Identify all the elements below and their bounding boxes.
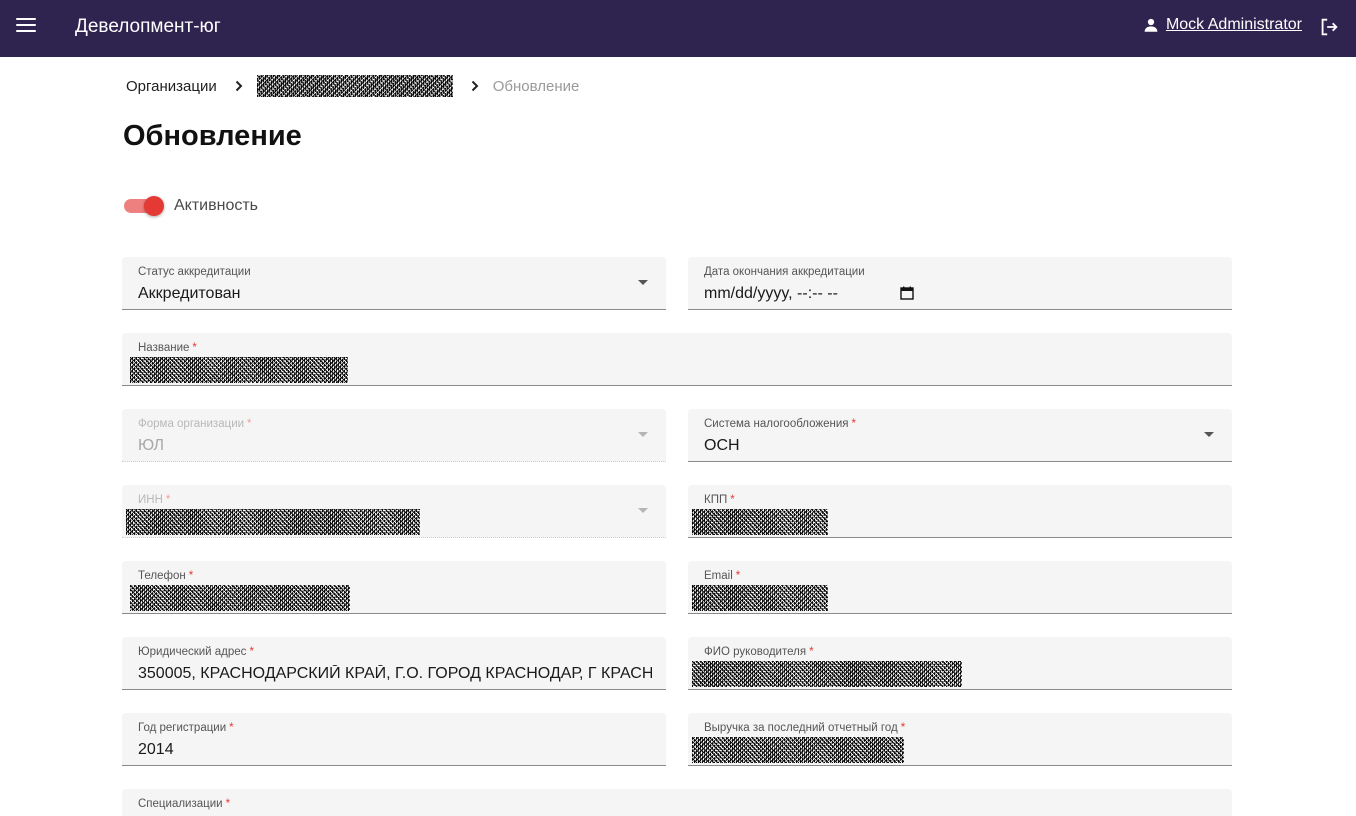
- toggle-track[interactable]: [124, 196, 164, 216]
- page-title: Обновление: [123, 120, 302, 152]
- field-label: Специализации *: [138, 798, 231, 810]
- field-label: Статус аккредитации: [138, 266, 251, 278]
- app-bar: Девелопмент-юг Mock Administrator: [0, 0, 1356, 57]
- breadcrumb: Организации Обновление: [126, 75, 580, 97]
- field-value: ОСН: [704, 437, 740, 454]
- chevron-right-icon: [471, 80, 479, 92]
- field-value: 350005, КРАСНОДАРСКИЙ КРАЙ, Г.О. ГОРОД К…: [138, 665, 652, 682]
- field-label: ФИО руководителя *: [704, 646, 814, 658]
- redacted-value: [126, 509, 420, 535]
- breadcrumb-current: Обновление: [492, 77, 580, 95]
- inn-select: ИНН *: [122, 485, 666, 538]
- calendar-icon[interactable]: [900, 286, 914, 300]
- accreditation-end-date-input[interactable]: Дата окончания аккредитации mm/dd/yyyy, …: [688, 257, 1232, 310]
- field-label: Телефон *: [138, 570, 194, 582]
- redacted-value: [692, 661, 962, 687]
- field-label: Система налогообложения *: [704, 418, 856, 430]
- redacted-value: [130, 357, 348, 383]
- dropdown-arrow-icon[interactable]: [638, 280, 648, 285]
- redacted-value: [692, 737, 904, 763]
- active-toggle[interactable]: Активность: [124, 196, 259, 216]
- redacted-value: [692, 509, 828, 535]
- field-label: Выручка за последний отчетный год *: [704, 722, 906, 734]
- field-label: Форма организации *: [138, 418, 252, 430]
- legal-address-input[interactable]: Юридический адрес * 350005, КРАСНОДАРСКИЙ…: [122, 637, 666, 690]
- field-value: 2014: [138, 741, 174, 758]
- user-menu[interactable]: Mock Administrator: [1142, 16, 1302, 34]
- accreditation-status-select[interactable]: Статус аккредитации Аккредитован: [122, 257, 666, 310]
- active-label: Активность: [174, 197, 259, 214]
- toggle-thumb[interactable]: [144, 196, 164, 216]
- app-title: Девелопмент-юг: [75, 16, 221, 37]
- logout-icon[interactable]: [1318, 16, 1340, 38]
- field-value: mm/dd/yyyy, --:-- --: [704, 285, 838, 302]
- field-value: ЮЛ: [138, 437, 164, 454]
- director-name-input[interactable]: ФИО руководителя *: [688, 637, 1232, 690]
- field-label: ИНН *: [138, 494, 171, 506]
- tax-system-select[interactable]: Система налогообложения * ОСН: [688, 409, 1232, 462]
- redacted-value: [692, 585, 828, 611]
- revenue-input[interactable]: Выручка за последний отчетный год *: [688, 713, 1232, 766]
- email-input[interactable]: Email *: [688, 561, 1232, 614]
- kpp-input[interactable]: КПП *: [688, 485, 1232, 538]
- dropdown-arrow-icon[interactable]: [1204, 432, 1214, 437]
- chevron-right-icon: [235, 80, 243, 92]
- registration-year-input[interactable]: Год регистрации * 2014: [122, 713, 666, 766]
- field-label: КПП *: [704, 494, 735, 506]
- field-label: Дата окончания аккредитации: [704, 266, 865, 278]
- breadcrumb-organizations[interactable]: Организации: [126, 78, 217, 95]
- menu-icon[interactable]: [16, 18, 36, 34]
- dropdown-arrow-icon: [638, 508, 648, 513]
- specializations-input[interactable]: Специализации *: [122, 789, 1232, 816]
- field-label: Год регистрации *: [138, 722, 234, 734]
- field-label: Юридический адрес *: [138, 646, 254, 658]
- org-form-select: Форма организации * ЮЛ: [122, 409, 666, 462]
- user-icon: [1144, 18, 1158, 32]
- name-input[interactable]: Название *: [122, 333, 1232, 386]
- redacted-value: [130, 585, 350, 611]
- dropdown-arrow-icon: [638, 432, 648, 437]
- user-name-link[interactable]: Mock Administrator: [1166, 16, 1302, 34]
- phone-input[interactable]: Телефон *: [122, 561, 666, 614]
- field-label: Название *: [138, 342, 197, 354]
- breadcrumb-organization-redacted[interactable]: [256, 75, 453, 97]
- field-label: Email *: [704, 570, 741, 582]
- field-value: Аккредитован: [138, 285, 241, 302]
